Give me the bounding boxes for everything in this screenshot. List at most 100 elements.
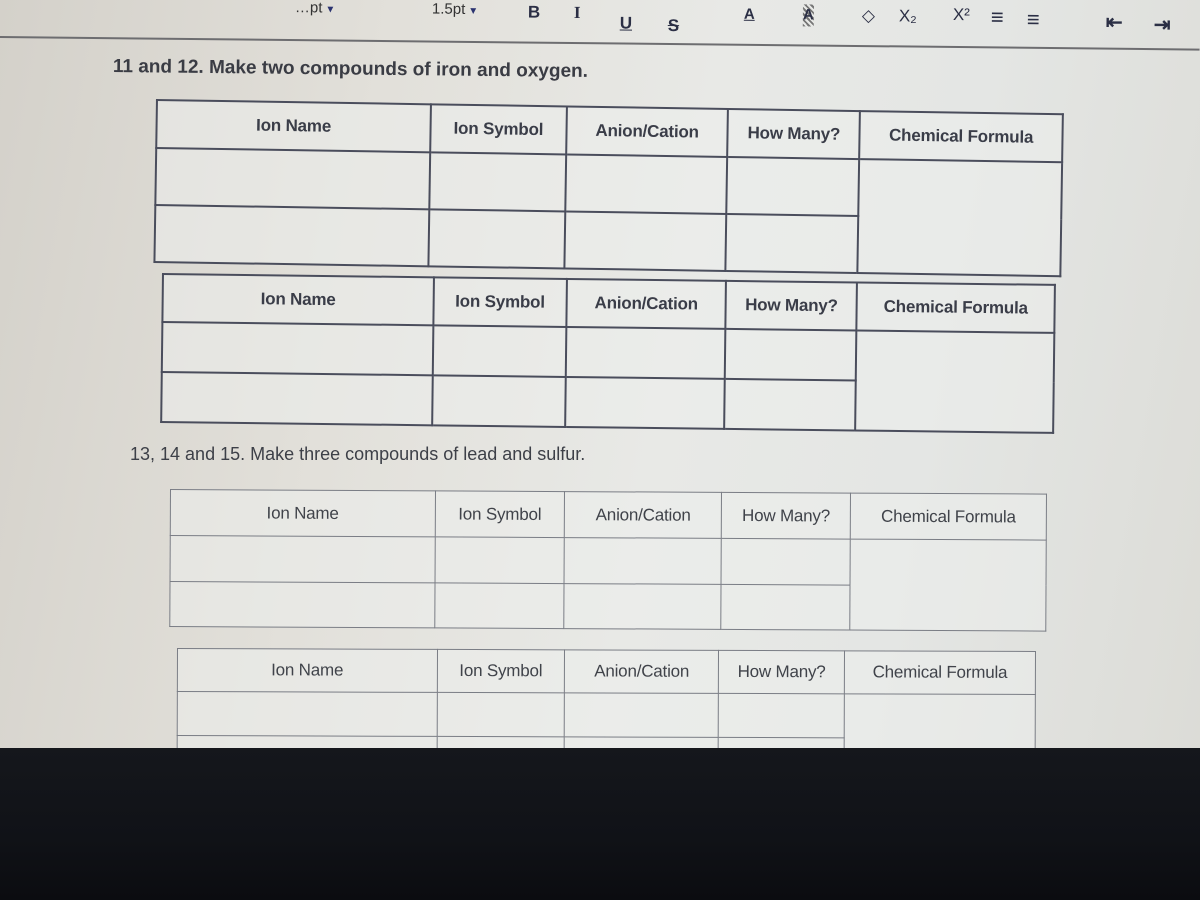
- table-lead-sulfur-2: Ion Name Ion Symbol Anion/Cation How Man…: [176, 648, 1036, 748]
- ion-symbol-cell[interactable]: [436, 692, 565, 737]
- ion-name-cell[interactable]: [161, 322, 434, 376]
- header-anion-cation: Anion/Cation: [564, 491, 722, 539]
- ion-symbol-cell[interactable]: [428, 209, 566, 269]
- bold-icon: B: [527, 2, 541, 22]
- anion-cation-cell[interactable]: [565, 326, 726, 379]
- highlight-color-button[interactable]: A: [802, 4, 814, 27]
- how-many-cell[interactable]: [725, 328, 857, 381]
- how-many-cell[interactable]: [721, 583, 851, 631]
- anion-cation-cell[interactable]: [564, 692, 719, 738]
- ion-name-cell[interactable]: [169, 581, 435, 628]
- chevron-down-icon: ▼: [468, 5, 479, 18]
- question-13-14-15: 13, 14 and 15. Make three compounds of l…: [130, 444, 586, 464]
- ion-symbol-cell[interactable]: [436, 736, 565, 748]
- how-many-cell[interactable]: [724, 378, 856, 431]
- formatting-toolbar: …pt ▼ 1.5pt ▼ B I U S A A ◇ X₂ X² ≡ ≡ ⇤ ⇥: [0, 0, 1200, 51]
- table-row: [170, 535, 1047, 632]
- header-anion-cation: Anion/Cation: [564, 649, 719, 694]
- header-how-many: How Many?: [727, 108, 861, 160]
- header-how-many: How Many?: [725, 280, 858, 331]
- ion-name-cell[interactable]: [177, 735, 437, 748]
- header-chemical-formula: Chemical Formula: [859, 111, 1063, 163]
- ion-name-cell[interactable]: [161, 372, 433, 426]
- monitor-bezel: [0, 748, 1200, 900]
- table-header-row: Ion Name Ion Symbol Anion/Cation How Man…: [177, 648, 1036, 695]
- anion-cation-cell[interactable]: [564, 211, 727, 271]
- chemical-formula-cell[interactable]: [855, 330, 1055, 433]
- superscript-icon: X²: [952, 4, 970, 25]
- unordered-list-icon: ≡: [1026, 6, 1040, 32]
- italic-icon: I: [573, 3, 581, 23]
- chevron-down-icon: ▼: [325, 4, 336, 16]
- italic-button[interactable]: I: [574, 2, 581, 24]
- table-lead-sulfur-1: Ion Name Ion Symbol Anion/Cation How Man…: [169, 489, 1047, 632]
- strikethrough-button[interactable]: S: [668, 15, 680, 37]
- strikethrough-icon: S: [667, 15, 680, 36]
- header-chemical-formula: Chemical Formula: [844, 650, 1036, 695]
- how-many-cell[interactable]: [721, 538, 851, 585]
- anion-cation-cell[interactable]: [564, 583, 722, 630]
- header-how-many: How Many?: [718, 650, 845, 694]
- highlight-color-icon: A: [802, 6, 814, 24]
- ion-symbol-cell[interactable]: [432, 375, 566, 427]
- header-how-many: How Many?: [721, 492, 851, 540]
- header-ion-symbol: Ion Symbol: [433, 277, 567, 327]
- font-color-button[interactable]: A: [744, 4, 755, 26]
- ion-symbol-cell[interactable]: [434, 582, 565, 629]
- ordered-list-icon: ≡: [990, 4, 1004, 30]
- font-size-value: …pt: [294, 0, 323, 17]
- ion-name-cell[interactable]: [170, 535, 435, 583]
- header-ion-name: Ion Name: [170, 489, 436, 537]
- chemical-formula-cell[interactable]: [844, 693, 1036, 748]
- anion-cation-cell[interactable]: [565, 154, 728, 214]
- ion-name-cell[interactable]: [154, 205, 430, 267]
- table-iron-oxygen-2: Ion Name Ion Symbol Anion/Cation How Man…: [160, 273, 1056, 434]
- anion-cation-cell[interactable]: [564, 736, 719, 748]
- header-ion-symbol: Ion Symbol: [430, 104, 567, 155]
- how-many-cell[interactable]: [726, 156, 860, 217]
- superscript-button[interactable]: X²: [953, 4, 970, 26]
- clear-formatting-button[interactable]: ◇: [862, 5, 875, 27]
- header-anion-cation: Anion/Cation: [566, 278, 727, 329]
- question-11-12: 11 and 12. Make two compounds of iron an…: [112, 56, 589, 82]
- font-size-select[interactable]: …pt ▼: [295, 0, 336, 22]
- unordered-list-button[interactable]: ≡: [1026, 6, 1040, 32]
- header-chemical-formula: Chemical Formula: [856, 282, 1055, 333]
- ion-symbol-cell[interactable]: [432, 325, 567, 377]
- header-anion-cation: Anion/Cation: [565, 106, 729, 157]
- anion-cation-cell[interactable]: [564, 376, 726, 429]
- ordered-list-button[interactable]: ≡: [990, 4, 1004, 30]
- bold-button[interactable]: B: [528, 2, 541, 24]
- table-iron-oxygen-1: Ion Name Ion Symbol Anion/Cation How Man…: [153, 99, 1064, 278]
- how-many-cell[interactable]: [725, 213, 859, 274]
- ion-symbol-cell[interactable]: [429, 152, 566, 212]
- clear-formatting-icon: ◇: [861, 6, 876, 26]
- header-ion-symbol: Ion Symbol: [434, 490, 565, 538]
- subscript-icon: X₂: [898, 6, 917, 26]
- table-header-row: Ion Name Ion Symbol Anion/Cation How Man…: [170, 489, 1047, 541]
- how-many-cell[interactable]: [718, 693, 845, 738]
- indent-icon: ⇥: [1153, 14, 1171, 37]
- line-width-select[interactable]: 1.5pt ▼: [432, 0, 479, 23]
- indent-button[interactable]: ⇥: [1154, 14, 1171, 36]
- chemical-formula-cell[interactable]: [849, 539, 1047, 632]
- how-many-cell[interactable]: [718, 737, 845, 748]
- document-editor: …pt ▼ 1.5pt ▼ B I U S A A ◇ X₂ X² ≡ ≡ ⇤ ⇥ …: [0, 0, 1200, 748]
- ion-symbol-cell[interactable]: [434, 536, 565, 584]
- header-ion-symbol: Ion Symbol: [436, 649, 565, 693]
- table-row: [177, 691, 1036, 748]
- outdent-button[interactable]: ⇤: [1106, 12, 1123, 34]
- header-ion-name: Ion Name: [162, 274, 434, 326]
- chemical-formula-cell[interactable]: [857, 159, 1063, 277]
- header-ion-name: Ion Name: [177, 648, 437, 693]
- header-ion-name: Ion Name: [156, 100, 431, 153]
- anion-cation-cell[interactable]: [564, 537, 722, 584]
- ion-name-cell[interactable]: [177, 691, 437, 737]
- outdent-icon: ⇤: [1105, 11, 1123, 34]
- font-color-icon: A: [743, 5, 755, 23]
- underline-button[interactable]: U: [620, 12, 633, 34]
- ion-name-cell[interactable]: [155, 148, 431, 210]
- underline-icon: U: [619, 13, 633, 33]
- line-width-value: 1.5pt: [431, 0, 466, 18]
- subscript-button[interactable]: X₂: [899, 5, 917, 27]
